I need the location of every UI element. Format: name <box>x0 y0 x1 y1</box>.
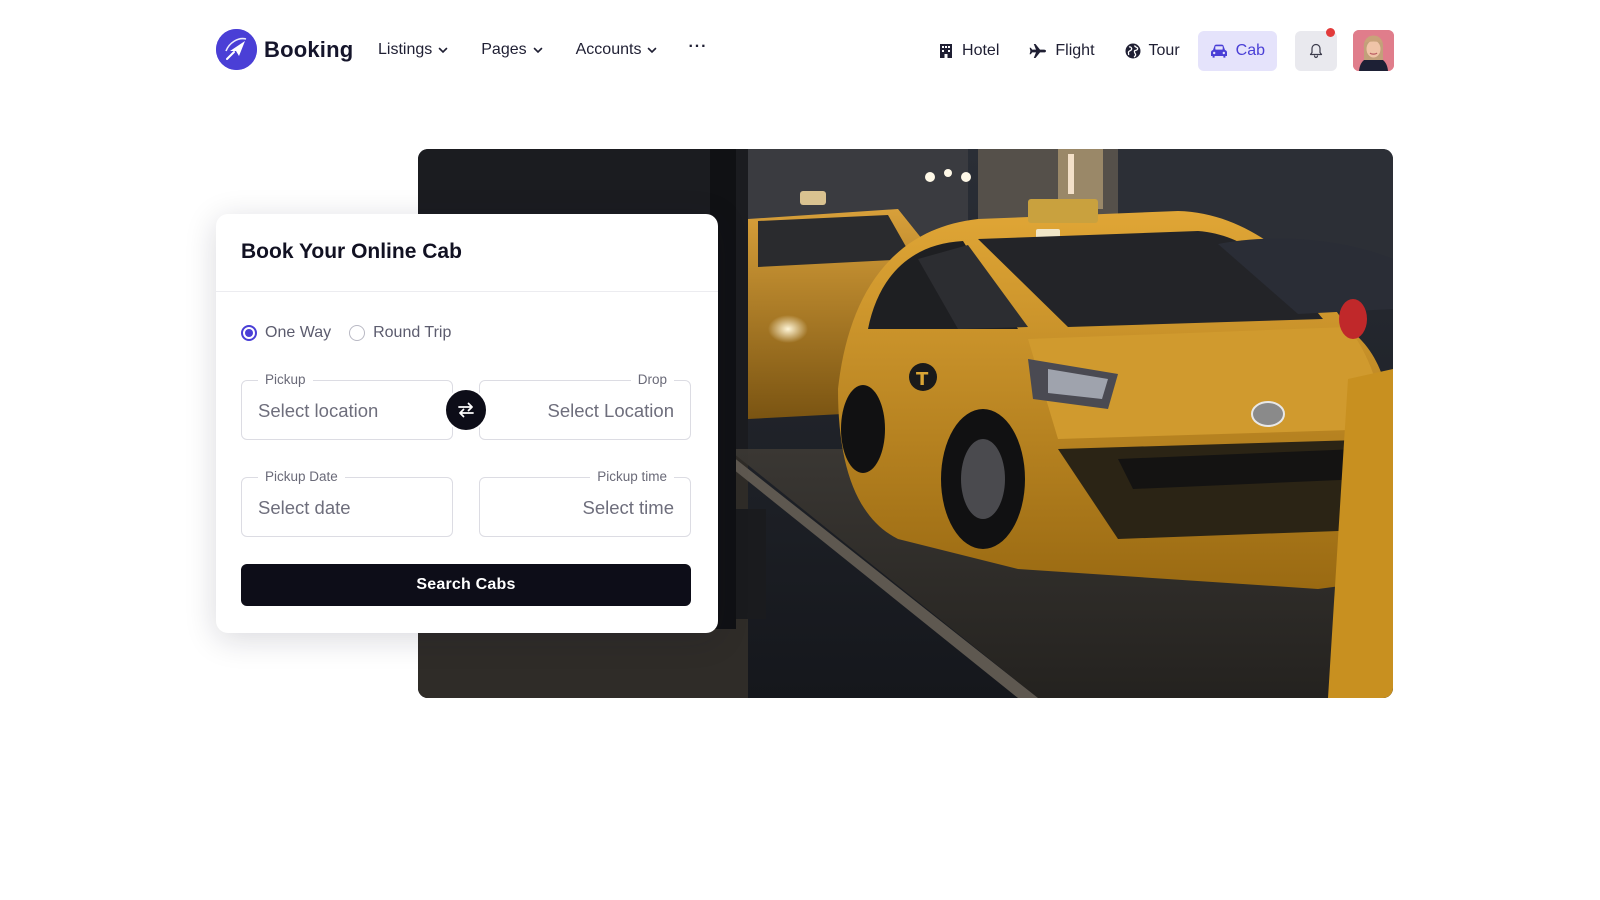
car-icon <box>1210 44 1227 58</box>
trip-type-round-trip-label: Round Trip <box>373 324 452 341</box>
menu-pages-label: Pages <box>481 41 527 58</box>
category-hotel-label: Hotel <box>962 41 1000 59</box>
search-cabs-button[interactable]: Search Cabs <box>241 564 691 606</box>
airplane-logo-icon <box>216 29 257 70</box>
category-hotel[interactable]: Hotel <box>926 31 1011 71</box>
trip-type-group: One Way Round Trip <box>241 324 469 342</box>
swap-arrows-icon <box>458 402 474 418</box>
pickup-date-field[interactable]: Pickup Date Select date <box>241 468 453 537</box>
notifications-button[interactable] <box>1295 27 1337 71</box>
swap-locations-button[interactable] <box>444 388 488 432</box>
pickup-placeholder: Select location <box>258 400 379 421</box>
menu-pages[interactable]: Pages <box>481 38 543 62</box>
menu-accounts[interactable]: Accounts <box>576 38 659 62</box>
category-tour[interactable]: Tour <box>1113 31 1192 71</box>
trip-type-round-trip[interactable]: Round Trip <box>349 324 451 342</box>
category-cab-label: Cab <box>1235 41 1265 59</box>
drop-label: Drop <box>630 371 674 389</box>
category-nav: Hotel Flight Tour Cab <box>920 27 1394 71</box>
radio-unselected-icon <box>349 325 366 341</box>
menu-listings[interactable]: Listings <box>378 38 449 62</box>
menu-accounts-label: Accounts <box>575 41 642 58</box>
card-header: Book Your Online Cab <box>216 214 718 292</box>
pickup-label: Pickup <box>258 371 313 389</box>
pickup-time-label: Pickup time <box>590 468 674 486</box>
category-flight[interactable]: Flight <box>1017 31 1106 71</box>
cab-booking-card: Book Your Online Cab One Way Round Trip … <box>216 214 718 633</box>
brand-logo[interactable]: Booking <box>216 29 353 70</box>
svg-text:T: T <box>916 369 929 390</box>
main-menu: Listings Pages Accounts ··· <box>378 38 707 62</box>
pickup-date-placeholder: Select date <box>258 497 351 518</box>
brand-name: Booking <box>264 36 354 62</box>
navbar: Booking Listings Pages Accounts ··· Hote… <box>0 0 1600 100</box>
avatar-photo <box>1353 30 1394 71</box>
pickup-location-field[interactable]: Pickup Select location <box>241 371 453 440</box>
drop-placeholder: Select Location <box>547 400 674 421</box>
more-menu-button[interactable]: ··· <box>688 39 707 58</box>
pickup-date-label: Pickup Date <box>258 468 345 486</box>
category-flight-label: Flight <box>1055 41 1095 59</box>
category-tour-label: Tour <box>1148 41 1180 59</box>
radio-selected-icon <box>241 325 257 341</box>
menu-listings-label: Listings <box>378 41 433 58</box>
category-cab[interactable]: Cab <box>1197 30 1277 71</box>
trip-type-one-way[interactable]: One Way <box>241 324 331 342</box>
card-title: Book Your Online Cab <box>241 240 462 263</box>
globe-icon <box>1125 43 1141 58</box>
chevron-down-icon <box>438 47 448 54</box>
drop-location-field[interactable]: Drop Select Location <box>479 371 691 440</box>
chevron-down-icon <box>648 47 657 54</box>
building-icon <box>940 43 953 58</box>
notification-dot <box>1326 27 1335 37</box>
chevron-down-icon <box>533 47 542 54</box>
pickup-time-field[interactable]: Pickup time Select time <box>479 468 691 537</box>
pickup-time-placeholder: Select time <box>582 497 674 518</box>
trip-type-one-way-label: One Way <box>265 324 332 341</box>
bell-icon <box>1309 43 1323 58</box>
user-avatar[interactable] <box>1353 30 1394 71</box>
airplane-icon <box>1029 43 1047 58</box>
